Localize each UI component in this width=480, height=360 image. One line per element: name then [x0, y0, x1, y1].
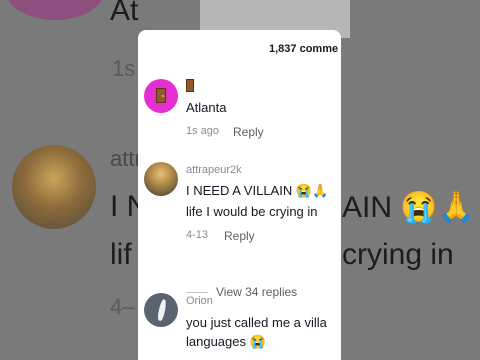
comment-text: I NEED A VILLAIN 😭🙏 — [186, 183, 329, 198]
comment-text: you just called me a villa — [186, 315, 327, 330]
replies-divider — [186, 292, 208, 293]
background-comment-line2-right: crying in — [342, 238, 454, 271]
background-date: 4– — [110, 294, 135, 319]
background-avatar-mid — [12, 145, 96, 229]
comment-count: 1,837 comme — [269, 43, 339, 55]
comment-text: life I would be crying in — [186, 204, 318, 219]
reply-button[interactable]: Reply — [224, 229, 255, 243]
comment-panel: 1,837 comme Atlanta 1s ago Reply attrape… — [138, 30, 341, 360]
background-comment-line1-right: AIN 😭🙏 — [342, 191, 476, 224]
background-comment-line2: lif — [110, 238, 132, 271]
username[interactable]: Orion — [186, 295, 213, 307]
comment-text: Atlanta — [186, 100, 227, 115]
avatar[interactable] — [144, 79, 178, 113]
comment-text: languages 😭 — [186, 334, 266, 349]
comment-timestamp: 4-13 — [186, 229, 209, 241]
door-icon — [156, 88, 166, 103]
avatar[interactable] — [144, 162, 178, 196]
background-avatar-top — [6, 0, 104, 20]
comment-timestamp: 1s ago — [186, 125, 220, 137]
view-replies-button[interactable]: View 34 replies — [216, 285, 297, 299]
background-timestamp: 1s — [112, 56, 136, 81]
avatar[interactable] — [144, 293, 178, 327]
background-text-top: At — [110, 0, 139, 27]
reply-button[interactable]: Reply — [233, 125, 264, 139]
username[interactable]: attrapeur2k — [186, 164, 242, 176]
feather-icon — [156, 298, 168, 322]
door-icon[interactable] — [186, 79, 194, 92]
